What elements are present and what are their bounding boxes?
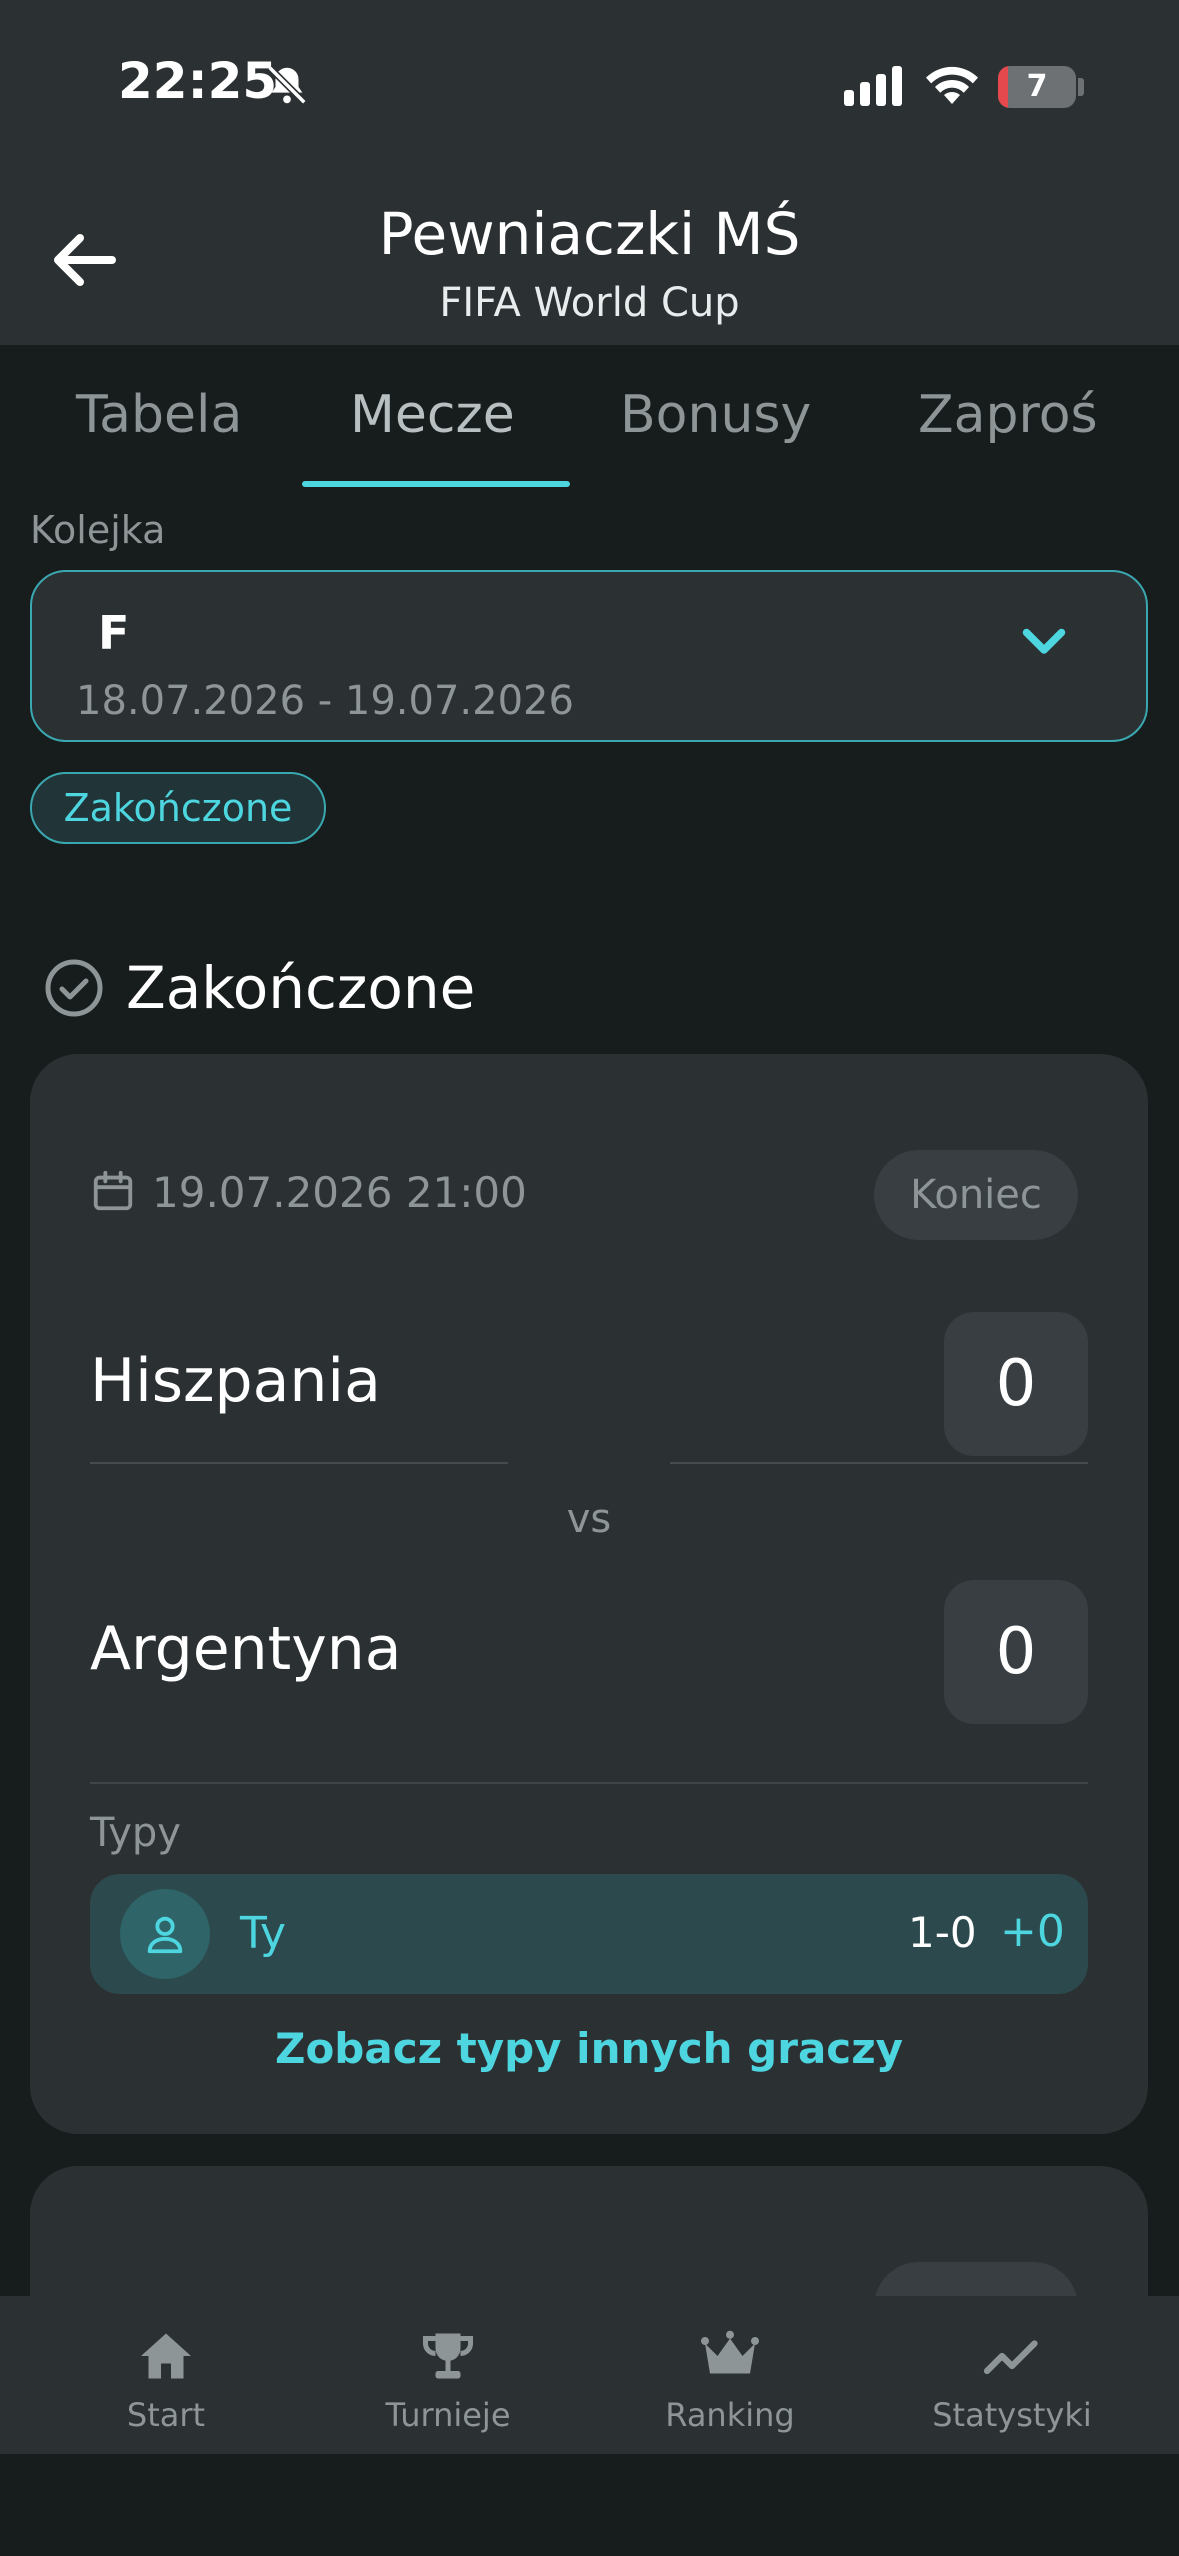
tab-tabela[interactable]: Tabela bbox=[76, 385, 242, 445]
vs-divider-right bbox=[670, 1462, 1088, 1464]
signal-icon bbox=[844, 66, 902, 106]
check-circle-icon bbox=[45, 959, 103, 1017]
home-indicator-area bbox=[0, 2454, 1179, 2556]
battery-indicator: 7 bbox=[998, 66, 1076, 108]
card-divider bbox=[90, 1782, 1088, 1784]
nav-item-start[interactable]: Start bbox=[19, 2296, 313, 2454]
calendar-icon bbox=[93, 1170, 133, 1211]
away-team: Argentyna bbox=[90, 1614, 402, 1684]
crown-icon bbox=[701, 2330, 759, 2374]
tip-user-name: Ty bbox=[240, 1908, 287, 1959]
nav-label-statystyki: Statystyki bbox=[932, 2396, 1092, 2434]
chart-line-icon bbox=[983, 2340, 1038, 2375]
chevron-down-icon bbox=[1022, 628, 1066, 654]
page-title: Pewniaczki MŚ bbox=[378, 200, 801, 268]
tip-score: 1-0 bbox=[908, 1908, 977, 1957]
trophy-icon bbox=[423, 2333, 473, 2379]
away-score: 0 bbox=[944, 1580, 1088, 1724]
nav-label-turnieje: Turnieje bbox=[385, 2396, 511, 2434]
status-badge: Koniec bbox=[874, 1150, 1078, 1240]
round-value: F bbox=[98, 606, 130, 660]
nav-item-statystyki[interactable]: Statystyki bbox=[865, 2296, 1159, 2454]
bell-muted-icon bbox=[267, 65, 307, 105]
home-team: Hiszpania bbox=[90, 1346, 381, 1416]
tab-bonusy[interactable]: Bonusy bbox=[620, 385, 811, 445]
battery-tip bbox=[1078, 78, 1084, 96]
tip-points: +0 bbox=[1000, 1906, 1065, 1957]
nav-item-turnieje[interactable]: Turnieje bbox=[301, 2296, 595, 2454]
nav-label-start: Start bbox=[126, 2396, 206, 2434]
page-subtitle: FIFA World Cup bbox=[439, 280, 740, 326]
tab-mecze[interactable]: Mecze bbox=[350, 385, 515, 445]
app-header: 22:25 7 Pewniaczki MŚ FIFA World Cup bbox=[0, 0, 1179, 345]
filter-chip-finished[interactable]: Zakończone bbox=[30, 772, 326, 844]
battery-level: 7 bbox=[1026, 69, 1048, 104]
user-tip-row: Ty 1-0 +0 bbox=[90, 1874, 1088, 1994]
vs-label: vs bbox=[566, 1496, 612, 1542]
home-score: 0 bbox=[944, 1312, 1088, 1456]
nav-label-ranking: Ranking bbox=[665, 2396, 795, 2434]
person-icon bbox=[147, 1916, 183, 1954]
round-label: Kolejka bbox=[30, 508, 166, 552]
round-select[interactable]: F 18.07.2026 - 19.07.2026 bbox=[30, 570, 1148, 742]
section-title: Zakończone bbox=[126, 954, 476, 1022]
match-card: 19.07.2026 21:00 Koniec Hiszpania 0 vs A… bbox=[30, 1054, 1148, 2134]
avatar bbox=[120, 1889, 210, 1979]
active-tab-indicator bbox=[302, 481, 570, 487]
tips-label: Typy bbox=[90, 1810, 181, 1856]
home-icon bbox=[141, 2333, 191, 2379]
tab-bar: Tabela Mecze Bonusy Zaproś bbox=[0, 345, 1179, 487]
see-other-tips-link[interactable]: Zobacz typy innych graczy bbox=[30, 2024, 1148, 2073]
nav-item-ranking[interactable]: Ranking bbox=[583, 2296, 877, 2454]
match-datetime: 19.07.2026 21:00 bbox=[152, 1168, 527, 1217]
round-dates: 18.07.2026 - 19.07.2026 bbox=[76, 678, 574, 724]
bottom-nav: Start Turnieje Ranking Statystyki bbox=[0, 2296, 1179, 2454]
tab-zapros[interactable]: Zaproś bbox=[918, 385, 1098, 445]
vs-divider-left bbox=[90, 1462, 508, 1464]
status-time: 22:25 bbox=[118, 52, 278, 110]
wifi-icon bbox=[926, 66, 978, 104]
